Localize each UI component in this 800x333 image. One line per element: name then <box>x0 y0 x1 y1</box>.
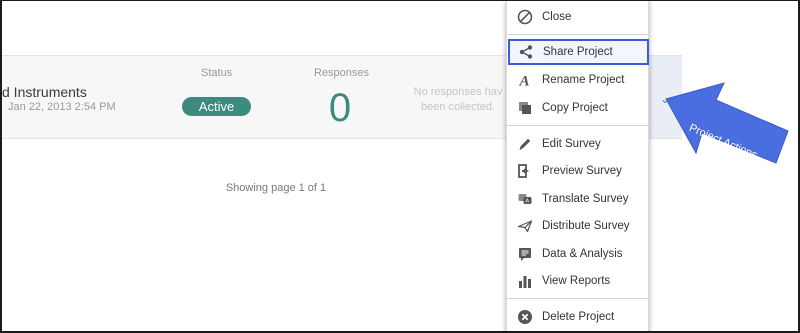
translate-icon: A <box>517 191 533 207</box>
menu-item-label: Data & Analysis <box>542 248 623 260</box>
pencil-icon <box>517 136 533 152</box>
project-actions-menu: Close Share Project A Rename Project Cop… <box>506 1 650 331</box>
menu-item-delete-project[interactable]: Delete Project <box>507 304 650 330</box>
responses-label: Responses <box>314 67 370 79</box>
close-circle-icon <box>517 9 533 25</box>
responses-count: 0 <box>328 86 352 130</box>
menu-item-label: Translate Survey <box>542 193 629 205</box>
menu-item-preview-survey[interactable]: Preview Survey <box>507 158 650 184</box>
menu-item-close[interactable]: Close <box>507 4 650 30</box>
svg-text:A: A <box>525 199 529 205</box>
delete-circle-icon <box>517 309 533 325</box>
no-responses-line-1: No responses hav <box>413 86 503 98</box>
menu-item-edit-survey[interactable]: Edit Survey <box>507 131 650 157</box>
bar-chart-icon <box>517 273 533 289</box>
menu-item-label: View Reports <box>542 275 611 287</box>
menu-item-rename-project[interactable]: A Rename Project <box>507 67 650 93</box>
menu-item-view-reports[interactable]: View Reports <box>507 268 650 294</box>
menu-divider <box>507 34 650 35</box>
menu-item-label: Distribute Survey <box>542 220 630 232</box>
svg-text:A: A <box>519 74 530 89</box>
copy-icon <box>517 100 533 116</box>
no-responses-message: No responses hav been collected. <box>410 85 506 115</box>
menu-item-translate-survey[interactable]: A Translate Survey <box>507 186 650 212</box>
menu-item-label: Edit Survey <box>542 138 601 150</box>
menu-item-distribute-survey[interactable]: Distribute Survey <box>507 213 650 239</box>
data-icon <box>517 246 533 262</box>
menu-divider <box>507 298 650 299</box>
menu-item-label: Delete Project <box>542 311 615 323</box>
project-date: Jan 22, 2013 2:54 PM <box>8 101 116 113</box>
project-name[interactable]: d Instruments <box>2 84 87 100</box>
menu-item-share-project[interactable]: Share Project <box>508 39 649 65</box>
status-badge: Active <box>182 97 251 116</box>
rename-icon: A <box>517 72 533 89</box>
project-actions-arrow <box>665 82 789 164</box>
pagination-text: Showing page 1 of 1 <box>225 182 327 194</box>
menu-item-data-analysis[interactable]: Data & Analysis <box>507 241 650 267</box>
menu-item-label: Close <box>542 11 572 23</box>
menu-divider <box>507 125 650 126</box>
menu-item-label: Preview Survey <box>542 165 622 177</box>
paper-plane-icon <box>517 218 533 234</box>
menu-item-label: Share Project <box>543 46 613 58</box>
menu-item-copy-project[interactable]: Copy Project <box>507 95 650 121</box>
screenshot-frame: d Instruments Jan 22, 2013 2:54 PM Statu… <box>0 0 800 333</box>
status-label: Status <box>201 67 233 79</box>
menu-item-label: Copy Project <box>542 102 608 114</box>
preview-icon <box>517 163 533 179</box>
menu-item-label: Rename Project <box>542 74 625 86</box>
share-icon <box>518 44 534 60</box>
no-responses-line-2: been collected. <box>421 101 495 113</box>
